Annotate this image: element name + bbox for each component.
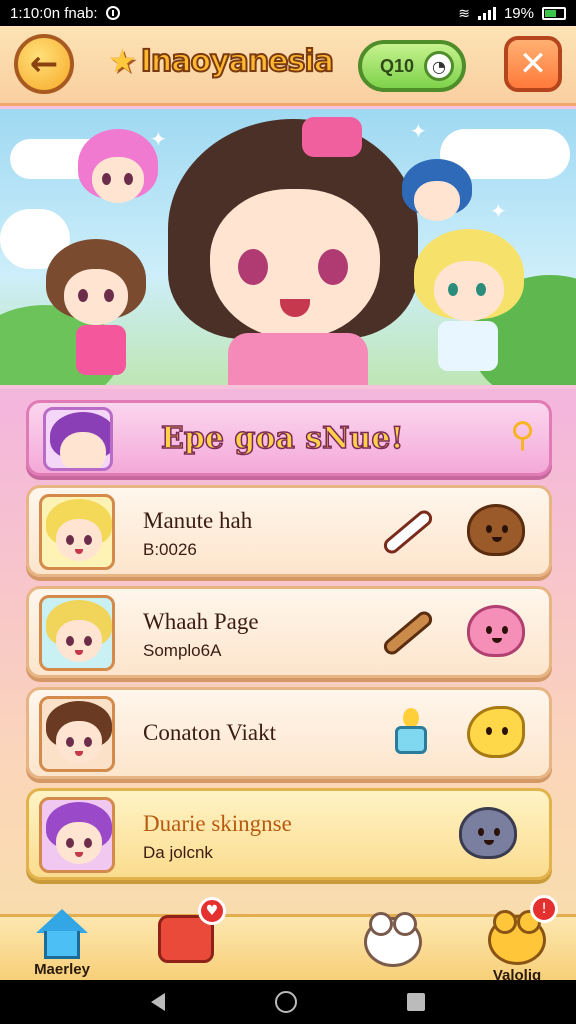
- app-header: ← ★ Inaoyanesia Q10 ◔ ✕: [0, 26, 576, 106]
- key-icon: ⚲: [510, 415, 535, 455]
- bear-face-icon: [364, 912, 422, 967]
- nav-messages[interactable]: ♥: [158, 897, 226, 963]
- nav-home-label: Maerley: [34, 961, 90, 978]
- row-subtitle: Somplo6A: [143, 641, 222, 660]
- battery-icon: [542, 6, 566, 20]
- pink-blob-icon: [467, 605, 525, 657]
- close-button[interactable]: ✕: [504, 36, 562, 92]
- hero-illustration: ✦ ✦ ✦: [0, 109, 576, 389]
- system-back-icon[interactable]: [151, 993, 165, 1011]
- character-brown: [46, 239, 146, 385]
- character-main: [168, 117, 418, 385]
- quest-banner[interactable]: Epe goa sNue! ⚲: [26, 400, 552, 476]
- system-recents-icon[interactable]: [407, 993, 425, 1011]
- list-item[interactable]: Conaton Viakt: [26, 687, 552, 779]
- row-subtitle: B:0026: [143, 540, 197, 559]
- brush-icon: [380, 608, 436, 658]
- close-icon: ✕: [518, 44, 548, 84]
- home-icon: [36, 909, 88, 961]
- avatar: [39, 797, 115, 873]
- heart-badge-icon: ♥: [198, 897, 226, 925]
- back-arrow-icon: ←: [29, 44, 59, 84]
- bottom-nav: Maerley ♥ ! Valolig: [0, 895, 576, 984]
- notification-icon: [105, 6, 120, 20]
- row-title: Duarie skingnse: [143, 811, 292, 836]
- grey-bear-icon: [459, 807, 517, 859]
- status-time: 1:10:0n fnab:: [10, 4, 98, 22]
- candle-icon: [391, 708, 431, 758]
- currency-pill[interactable]: Q10 ◔: [358, 40, 466, 92]
- status-bar: 1:10:0n fnab: ≋ 19%: [0, 0, 576, 26]
- row-title: Conaton Viakt: [143, 720, 276, 745]
- nav-home[interactable]: Maerley: [34, 909, 90, 978]
- duck-icon: [467, 706, 525, 758]
- avatar: [39, 494, 115, 570]
- avatar: [39, 696, 115, 772]
- list-item[interactable]: Whaah Page Somplo6A: [26, 586, 552, 678]
- system-nav-bar: [0, 980, 576, 1024]
- character-blonde: [414, 229, 524, 379]
- banner-text: Epe goa sNue!: [160, 420, 404, 457]
- wifi-icon: ≋: [458, 4, 470, 21]
- battery-percent: 19%: [503, 4, 534, 22]
- character-blue: [402, 159, 472, 239]
- system-home-icon[interactable]: [275, 991, 297, 1013]
- lipstick-icon: [380, 507, 436, 557]
- yellow-bear-icon: [488, 910, 546, 965]
- signal-icon: [477, 6, 496, 20]
- nav-profile[interactable]: ! Valolig: [488, 895, 558, 984]
- avatar: [43, 407, 113, 471]
- quest-list: Epe goa sNue! ⚲ Manute hah B:0026 Whaah …: [26, 400, 552, 880]
- row-subtitle: Da jolcnk: [143, 843, 213, 862]
- star-icon: ★: [108, 42, 137, 80]
- list-item[interactable]: Manute hah B:0026: [26, 485, 552, 577]
- avatar: [39, 595, 115, 671]
- app-title: Inaoyanesia: [140, 43, 335, 80]
- row-title: Whaah Page: [143, 609, 259, 634]
- notification-badge-icon: !: [530, 895, 558, 923]
- list-item[interactable]: Duarie skingnse Da jolcnk: [26, 788, 552, 880]
- back-button[interactable]: ←: [14, 34, 74, 94]
- sparkle-icon: ✦: [490, 199, 507, 223]
- bear-icon: [467, 504, 525, 556]
- clock-icon: ◔: [424, 51, 455, 81]
- currency-value: Q10: [380, 55, 415, 76]
- character-pink: [78, 129, 158, 229]
- app-title-group: ★ Inaoyanesia: [108, 42, 335, 80]
- row-title: Manute hah: [143, 508, 253, 533]
- nav-friends[interactable]: [364, 912, 422, 967]
